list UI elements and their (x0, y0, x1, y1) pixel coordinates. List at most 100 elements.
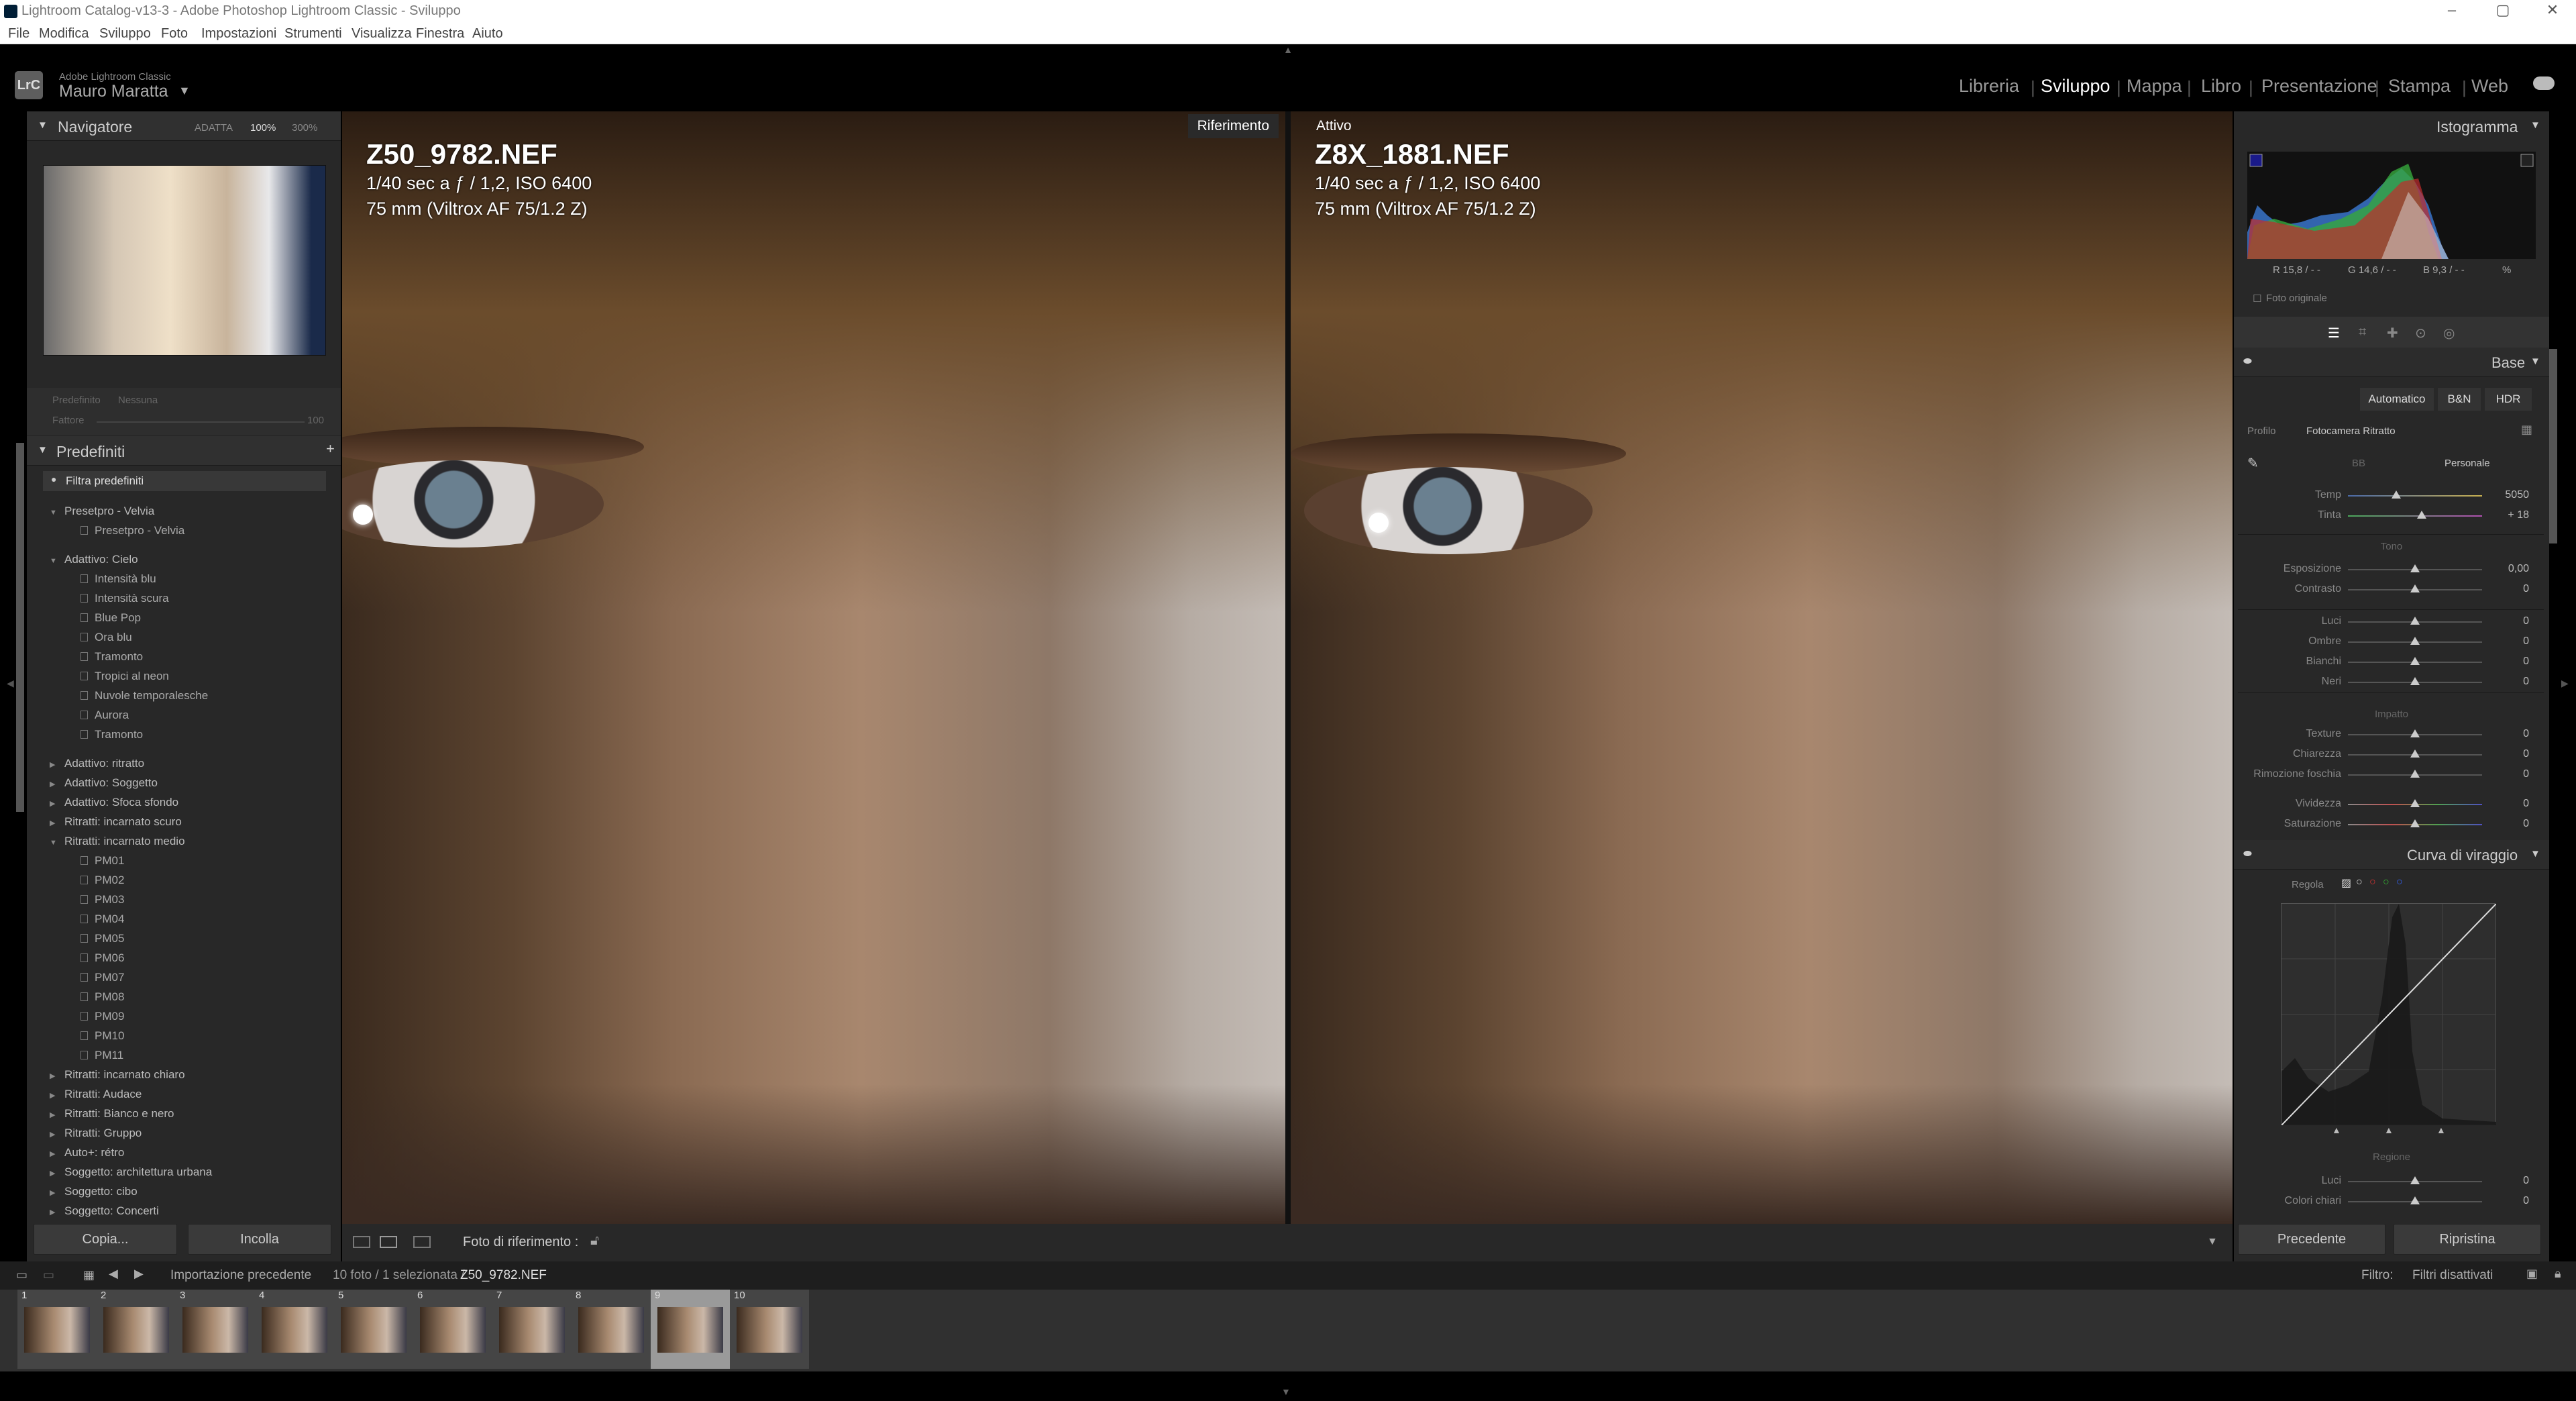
module-libreria[interactable]: Libreria (1959, 76, 2019, 97)
preset-item[interactable]: Intensità scura (80, 592, 169, 605)
filmstrip-thumb[interactable]: 2 (97, 1290, 176, 1369)
filmstrip-thumb[interactable]: 1 (17, 1290, 97, 1369)
preset-item[interactable]: PM06 (80, 951, 124, 965)
lock-icon[interactable]: 🔓︎ (590, 1233, 599, 1249)
module-mappa[interactable]: Mappa (2127, 76, 2182, 97)
slider-value[interactable]: 0 (2489, 798, 2529, 810)
compare-view-icon[interactable] (380, 1236, 397, 1248)
filmstrip-thumb[interactable]: 4 (255, 1290, 334, 1369)
slider-track[interactable] (2348, 799, 2482, 807)
add-preset-icon[interactable]: + (326, 440, 335, 458)
toolbar-dropdown-icon[interactable]: ▼ (2207, 1236, 2218, 1248)
preset-item[interactable]: Presetpro - Velvia (80, 524, 184, 537)
previous-button[interactable]: Precedente (2238, 1224, 2385, 1255)
navigator-header[interactable]: ▼ Navigatore ADATTA 100% 300% (27, 111, 341, 141)
mask-icon[interactable]: ◎ (2443, 325, 2455, 342)
heal-icon[interactable]: ✚ (2387, 325, 2398, 342)
minimize-icon[interactable]: – (2442, 1, 2462, 19)
slider-track[interactable] (2348, 749, 2482, 758)
slider-knob[interactable] (2410, 799, 2420, 807)
preset-group[interactable]: ▼ Adattivo: Cielo (50, 553, 138, 566)
menu-strumenti[interactable]: Strumenti (284, 26, 342, 42)
before-after-icon[interactable] (413, 1236, 431, 1248)
preset-item[interactable]: Tramonto (80, 650, 143, 664)
preset-item[interactable]: PM02 (80, 874, 124, 887)
hdr-button[interactable]: HDR (2485, 388, 2532, 411)
navigator-preview[interactable] (43, 165, 326, 356)
slider-track[interactable] (2348, 729, 2482, 737)
slider-track[interactable] (2348, 770, 2482, 778)
slider-track[interactable] (2348, 511, 2482, 519)
preset-item[interactable]: Ora blu (80, 631, 132, 644)
preset-group[interactable]: ▼ Ritratti: incarnato medio (50, 835, 185, 848)
preset-item[interactable]: Intensità blu (80, 572, 156, 586)
preset-item[interactable]: PM08 (80, 990, 124, 1004)
collapse-left-icon[interactable]: ◀ (7, 678, 14, 689)
slider-knob[interactable] (2410, 770, 2420, 778)
slider-knob[interactable] (2410, 617, 2420, 625)
user-name[interactable]: Mauro Maratta (59, 82, 168, 101)
menu-finestra[interactable]: Finestra (416, 26, 464, 42)
grid-icon[interactable]: ▦ (83, 1268, 95, 1282)
zoom-100[interactable]: 100% (250, 122, 276, 134)
slider-track[interactable] (2348, 584, 2482, 592)
wb-select[interactable]: Personale (2445, 458, 2490, 469)
slider-track[interactable] (2348, 490, 2482, 499)
preset-filter[interactable]: ● Filtra predefiniti (43, 471, 326, 491)
preset-filter-input[interactable]: Filtra predefiniti (66, 474, 144, 488)
filmstrip-thumb[interactable]: 5 (334, 1290, 413, 1369)
preset-item[interactable]: PM01 (80, 854, 124, 868)
slider-value[interactable]: 0 (2489, 635, 2529, 647)
back-arrow-icon[interactable]: ◀ (109, 1267, 118, 1281)
split-mid-handle[interactable]: ▲ (2384, 1125, 2394, 1135)
slider-knob[interactable] (2410, 564, 2420, 572)
reset-button[interactable]: Ripristina (2394, 1224, 2541, 1255)
preset-item[interactable]: Nuvole temporalesche (80, 689, 208, 703)
preset-group[interactable]: ▶ Ritratti: Bianco e nero (50, 1107, 174, 1121)
module-presentazione[interactable]: Presentazione (2261, 76, 2377, 97)
slider-value[interactable]: 0 (2489, 676, 2529, 688)
chevron-down-icon[interactable]: ▼ (178, 84, 191, 98)
menu-foto[interactable]: Foto (161, 26, 188, 42)
green-channel-icon[interactable]: ○ (2383, 876, 2390, 888)
auto-button[interactable]: Automatico (2360, 388, 2434, 411)
profile-browser-icon[interactable]: ▦ (2521, 423, 2532, 437)
filter-select[interactable]: Filtri disattivati (2412, 1268, 2493, 1283)
slider-knob[interactable] (2410, 637, 2420, 645)
slider-track[interactable] (2348, 1196, 2482, 1204)
slider-track[interactable] (2348, 637, 2482, 645)
module-sviluppo[interactable]: Sviluppo (2041, 76, 2110, 97)
filmstrip-thumb[interactable]: 7 (492, 1290, 572, 1369)
preset-item[interactable]: PM03 (80, 893, 124, 906)
slider-value[interactable]: 0,00 (2489, 563, 2529, 575)
preset-group[interactable]: ▼ Presetpro - Velvia (50, 505, 154, 518)
slider-value[interactable]: 0 (2489, 1195, 2529, 1207)
slider-value[interactable]: 0 (2489, 583, 2529, 595)
module-libro[interactable]: Libro (2201, 76, 2241, 97)
zoom-300[interactable]: 300% (292, 122, 317, 134)
preset-group[interactable]: ▶ Ritratti: incarnato scuro (50, 815, 182, 829)
slider-knob[interactable] (2417, 511, 2426, 519)
panel-switch-icon[interactable]: ⬬ (2243, 848, 2252, 860)
paste-button[interactable]: Incolla (188, 1224, 331, 1255)
slider-knob[interactable] (2410, 584, 2420, 592)
slider-track[interactable] (2348, 564, 2482, 572)
slider-value[interactable]: 0 (2489, 728, 2529, 740)
slider-value[interactable]: 0 (2489, 615, 2529, 627)
amount-slider[interactable] (97, 421, 305, 423)
menu-sviluppo[interactable]: Sviluppo (99, 26, 151, 42)
slider-knob[interactable] (2410, 819, 2420, 827)
point-curve-icon[interactable]: ○ (2356, 876, 2363, 888)
zoom-fit[interactable]: ADATTA (195, 122, 233, 134)
slider-knob[interactable] (2392, 490, 2401, 499)
menu-visualizza[interactable]: Visualizza (352, 26, 412, 42)
cloud-icon[interactable] (2533, 76, 2555, 90)
forward-arrow-icon[interactable]: ▶ (134, 1267, 144, 1281)
menu-file[interactable]: File (8, 26, 30, 42)
preset-group[interactable]: ▶ Ritratti: Audace (50, 1088, 142, 1101)
slider-knob[interactable] (2410, 677, 2420, 685)
tone-curve-graph[interactable] (2281, 903, 2497, 1126)
active-photo[interactable]: Z8X_1881.NEF 1/40 sec a ƒ / 1,2, ISO 640… (1291, 111, 2233, 1224)
histogram[interactable] (2247, 152, 2536, 259)
main-window-icon[interactable]: ▭ (16, 1268, 28, 1282)
